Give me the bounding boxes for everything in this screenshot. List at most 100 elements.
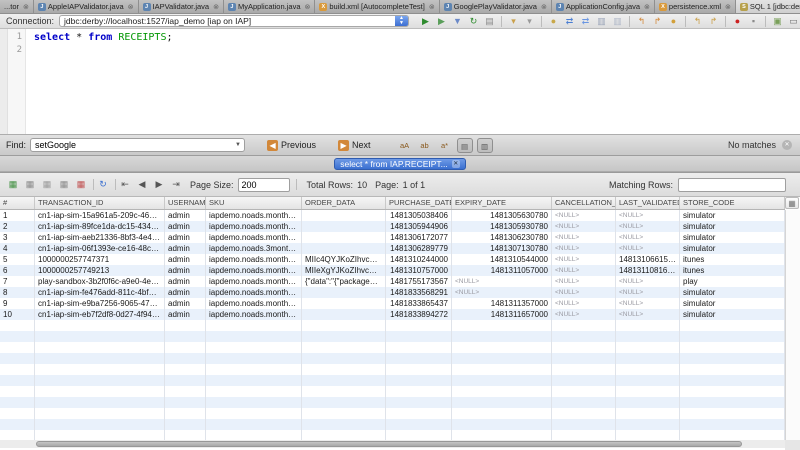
table-cell[interactable] <box>206 386 302 397</box>
stack-copy-icon[interactable]: ▥ <box>595 15 608 28</box>
table-cell[interactable]: <NULL> <box>552 243 616 254</box>
table-cell[interactable] <box>552 375 616 386</box>
table-cell[interactable] <box>35 375 165 386</box>
table-cell[interactable]: iapdemo.noads.month.auto <box>206 232 302 243</box>
table-cell[interactable]: <NULL> <box>552 254 616 265</box>
table-cell[interactable]: play <box>680 276 785 287</box>
table-row[interactable] <box>0 386 785 397</box>
table-cell[interactable] <box>35 342 165 353</box>
close-tab-icon[interactable]: ⊗ <box>725 3 731 11</box>
table-cell[interactable]: cn1-iap-sim-aeb21336-8bf3-4e41-b... <box>35 232 165 243</box>
table-cell[interactable]: 4 <box>0 243 35 254</box>
table-cell[interactable] <box>552 353 616 364</box>
table-cell[interactable] <box>206 408 302 419</box>
table-cell[interactable] <box>452 331 552 342</box>
cancel-edits-icon[interactable]: ▦ <box>57 178 71 191</box>
table-cell[interactable]: <NULL> <box>616 276 680 287</box>
table-cell[interactable] <box>552 331 616 342</box>
table-cell[interactable]: simulator <box>680 298 785 309</box>
table-cell[interactable] <box>680 419 785 430</box>
delete-records-icon[interactable]: ▦ <box>23 178 37 191</box>
editor-tab[interactable]: SSQL 1 [jdbc:derby://localhost:15...]⊗ <box>736 0 800 13</box>
sql-filter-icon[interactable]: ▼ <box>451 15 464 28</box>
close-tab-icon[interactable]: ⊗ <box>429 3 435 11</box>
table-cell[interactable] <box>680 342 785 353</box>
table-cell[interactable] <box>302 386 386 397</box>
table-row[interactable]: 9cn1-iap-sim-e9ba7256-9065-475c-9...admi… <box>0 298 785 309</box>
table-cell[interactable] <box>165 397 206 408</box>
table-cell[interactable]: 1481307130780 <box>452 243 552 254</box>
refresh-connection-icon[interactable]: ↻ <box>467 15 480 28</box>
table-cell[interactable]: 7 <box>0 276 35 287</box>
refresh-records-icon[interactable]: ↻ <box>96 178 110 191</box>
swap-back-icon[interactable]: ⇄ <box>563 15 576 28</box>
table-cell[interactable] <box>206 342 302 353</box>
table-row[interactable]: 4cn1-iap-sim-06f1393e-ce16-48cf-91...adm… <box>0 243 785 254</box>
table-cell[interactable]: {"data":"{"packageNam... <box>302 276 386 287</box>
table-cell[interactable] <box>552 342 616 353</box>
table-cell[interactable] <box>552 419 616 430</box>
table-cell[interactable] <box>206 320 302 331</box>
table-cell[interactable]: 1481306289779 <box>386 243 452 254</box>
match-case-icon[interactable]: aA <box>397 138 413 153</box>
table-cell[interactable] <box>165 408 206 419</box>
table-cell[interactable]: simulator <box>680 221 785 232</box>
table-cell[interactable]: 1481311057000 <box>452 265 552 276</box>
table-cell[interactable]: iapdemo.noads.month.auto <box>206 298 302 309</box>
table-cell[interactable] <box>206 397 302 408</box>
table-cell[interactable]: <NULL> <box>552 221 616 232</box>
table-cell[interactable] <box>552 386 616 397</box>
sql-code-area[interactable]: select * from RECEIPTS; <box>26 29 800 134</box>
table-cell[interactable] <box>206 419 302 430</box>
table-cell[interactable] <box>616 386 680 397</box>
table-cell[interactable]: 1481833865437 <box>386 298 452 309</box>
table-cell[interactable]: admin <box>165 287 206 298</box>
table-cell[interactable] <box>680 331 785 342</box>
table-row[interactable]: 7play-sandbox-3b2f0f6c-a9e0-4ed8-b...adm… <box>0 276 785 287</box>
table-cell[interactable] <box>165 342 206 353</box>
table-cell[interactable] <box>386 364 452 375</box>
table-cell[interactable] <box>302 243 386 254</box>
close-find-icon[interactable]: ✕ <box>782 140 792 150</box>
table-cell[interactable]: admin <box>165 309 206 320</box>
table-row[interactable] <box>0 364 785 375</box>
table-cell[interactable] <box>616 408 680 419</box>
table-cell[interactable] <box>680 364 785 375</box>
table-cell[interactable]: iapdemo.noads.month.auto <box>206 221 302 232</box>
editor-tab[interactable]: JIAPValidator.java⊗ <box>139 0 224 13</box>
editor-tab[interactable]: JMyApplication.java⊗ <box>224 0 315 13</box>
editor-tab[interactable]: JApplicationConfig.java⊗ <box>552 0 655 13</box>
editor-tab[interactable]: Xbuild.xml [AutocompleteTest]⊗ <box>315 0 439 13</box>
table-cell[interactable]: <NULL> <box>616 221 680 232</box>
table-cell[interactable]: admin <box>165 254 206 265</box>
table-cell[interactable] <box>452 386 552 397</box>
close-result-icon[interactable]: ✕ <box>452 160 460 168</box>
table-cell[interactable]: iapdemo.noads.month.auto <box>206 287 302 298</box>
table-cell[interactable]: 1481310544000 <box>452 254 552 265</box>
column-header[interactable]: ORDER_DATA <box>302 197 386 209</box>
stack-run-icon[interactable]: ▥ <box>611 15 624 28</box>
table-cell[interactable]: 9 <box>0 298 35 309</box>
table-cell[interactable]: <NULL> <box>552 276 616 287</box>
table-cell[interactable]: 8 <box>0 287 35 298</box>
table-cell[interactable] <box>386 386 452 397</box>
table-cell[interactable] <box>0 397 35 408</box>
close-tab-icon[interactable]: ⊗ <box>23 3 29 11</box>
table-cell[interactable]: <NULL> <box>452 276 552 287</box>
table-cell[interactable] <box>616 397 680 408</box>
table-row[interactable] <box>0 342 785 353</box>
table-cell[interactable] <box>680 353 785 364</box>
undo-icon[interactable]: ↰ <box>691 15 704 28</box>
table-row[interactable]: 1cn1-iap-sim-15a961a5-209c-4638-9...admi… <box>0 210 785 221</box>
close-tab-icon[interactable]: ⊗ <box>128 3 134 11</box>
table-cell[interactable]: admin <box>165 276 206 287</box>
table-cell[interactable]: <NULL> <box>552 309 616 320</box>
table-cell[interactable] <box>680 375 785 386</box>
table-cell[interactable] <box>0 353 35 364</box>
apply-icon[interactable]: ● <box>667 15 680 28</box>
chevron-down-icon[interactable]: ▼ <box>232 142 244 148</box>
highlight-results-icon[interactable]: ▤ <box>457 138 473 153</box>
table-cell[interactable]: 5 <box>0 254 35 265</box>
table-cell[interactable] <box>35 331 165 342</box>
table-cell[interactable]: admin <box>165 210 206 221</box>
